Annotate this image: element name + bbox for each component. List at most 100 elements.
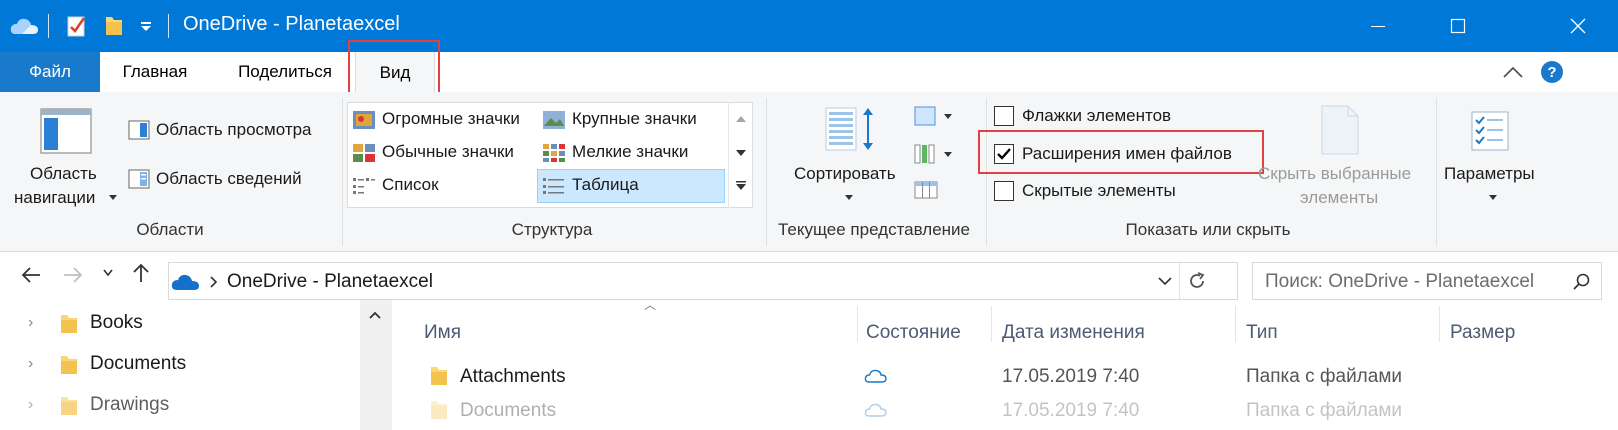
large-icons-icon (543, 111, 565, 129)
sort-by-label: Сортировать (794, 164, 896, 183)
tab-file[interactable]: Файл (0, 52, 100, 92)
column-header-type[interactable]: Тип (1246, 322, 1278, 344)
nav-item-label: Documents (90, 353, 187, 374)
refresh-icon[interactable] (1187, 271, 1207, 291)
medium-icons-icon (353, 144, 375, 162)
forward-icon[interactable] (62, 266, 84, 284)
file-name: Attachments (460, 366, 566, 387)
extra-large-icons-icon (353, 111, 375, 129)
item-checkboxes-checkbox[interactable] (994, 106, 1014, 126)
search-input[interactable]: Поиск: OneDrive - Planetaexcel (1265, 271, 1534, 293)
file-extensions-checkbox[interactable] (994, 144, 1014, 164)
address-dropdown-icon[interactable] (1157, 275, 1173, 287)
folder-icon (61, 315, 77, 333)
new-folder-icon[interactable] (104, 15, 124, 37)
details-view-icon (543, 178, 564, 194)
file-type: Папка с файлами (1246, 400, 1403, 421)
title-bar: OneDrive - Planetaexcel (0, 0, 1618, 52)
column-separator[interactable] (1439, 306, 1440, 342)
layout-item-label: Таблица (572, 175, 639, 194)
group-by-icon[interactable] (914, 106, 956, 128)
maximize-button[interactable] (1418, 0, 1498, 52)
column-separator[interactable] (1235, 306, 1236, 342)
nav-item-label: Drawings (90, 394, 170, 415)
file-name: Documents (460, 400, 557, 421)
help-icon[interactable]: ? (1540, 60, 1564, 84)
file-date: 17.05.2019 7:40 (1002, 366, 1140, 387)
up-icon[interactable] (132, 262, 150, 284)
gallery-down-icon[interactable] (735, 148, 747, 158)
preview-pane-icon (128, 120, 150, 140)
column-separator[interactable] (991, 306, 992, 342)
nav-pane-label-2: навигации (14, 188, 96, 207)
size-columns-icon[interactable] (914, 176, 938, 200)
options-icon (1471, 111, 1509, 151)
ribbon-tabs: Файл Главная Поделиться Вид ? (0, 52, 1618, 93)
layout-gallery-scroll (728, 102, 752, 208)
layout-item-label: Крупные значки (572, 109, 697, 128)
group-label-panes: Области (136, 220, 204, 239)
recent-locations-icon[interactable] (102, 268, 114, 278)
onedrive-app-icon (10, 18, 38, 34)
hide-selected-label-2: элементы (1300, 188, 1379, 207)
folder-icon (431, 367, 447, 385)
layout-details-selected[interactable]: Таблица (537, 169, 725, 203)
back-icon[interactable] (20, 266, 42, 284)
cloud-icon (864, 403, 887, 417)
item-checkboxes-label: Флажки элементов (1022, 106, 1172, 125)
address-path[interactable]: OneDrive - Planetaexcel (227, 271, 433, 293)
window-title: OneDrive - Planetaexcel (183, 13, 400, 35)
expand-chevron-icon[interactable]: › (28, 314, 33, 332)
search-box[interactable]: Поиск: OneDrive - Planetaexcel (1252, 262, 1602, 300)
file-extensions-label: Расширения имен файлов (1022, 144, 1232, 163)
column-header-status[interactable]: Состояние (866, 322, 961, 344)
group-separator (766, 98, 767, 246)
properties-icon[interactable] (66, 14, 88, 38)
group-separator (342, 98, 343, 246)
onedrive-cloud-icon (171, 274, 199, 290)
tab-share[interactable]: Поделиться (222, 52, 348, 92)
hide-selected-icon (1321, 105, 1359, 155)
hidden-items-checkbox[interactable] (994, 181, 1014, 201)
file-type: Папка с файлами (1246, 366, 1403, 387)
hidden-items-label: Скрытые элементы (1022, 181, 1176, 200)
tab-home[interactable]: Главная (105, 52, 205, 92)
expand-chevron-icon[interactable]: › (28, 355, 33, 373)
group-separator (1436, 98, 1437, 246)
expand-chevron-icon[interactable]: › (28, 396, 33, 414)
title-separator (48, 14, 49, 38)
column-separator[interactable] (857, 306, 858, 342)
group-separator (986, 98, 987, 246)
minimize-icon (1371, 26, 1385, 27)
scroll-up-icon[interactable] (368, 310, 382, 320)
layout-item-label: Обычные значки (382, 142, 514, 161)
svg-text:?: ? (1547, 64, 1556, 81)
close-button[interactable] (1538, 0, 1618, 52)
tab-view[interactable]: Вид (355, 52, 435, 93)
minimize-button[interactable] (1338, 0, 1418, 52)
dropdown-arrow-icon (1489, 195, 1497, 200)
search-icon[interactable] (1573, 273, 1591, 291)
folder-icon (431, 401, 447, 419)
column-header-date[interactable]: Дата изменения (1002, 322, 1145, 344)
sort-ascending-icon: ︿ (644, 298, 657, 312)
hide-selected-label-1: Скрыть выбранные (1258, 164, 1412, 183)
gallery-up-icon[interactable] (735, 114, 747, 124)
layout-item-label: Огромные значки (382, 109, 520, 128)
address-bar[interactable]: OneDrive - Planetaexcel (168, 262, 1238, 300)
gallery-more-icon[interactable] (735, 180, 747, 192)
breadcrumb-chevron-icon[interactable] (209, 275, 219, 289)
layout-item-label: Список (382, 175, 439, 194)
nav-item-label: Books (90, 312, 143, 333)
folder-icon (61, 397, 77, 415)
add-columns-icon[interactable] (914, 142, 956, 166)
customize-quick-access-icon[interactable] (140, 22, 152, 32)
close-icon (1570, 18, 1586, 34)
column-header-size[interactable]: Размер (1450, 322, 1515, 344)
details-pane-label: Область сведений (156, 169, 302, 188)
dropdown-arrow-icon (109, 195, 117, 200)
column-header-name[interactable]: Имя (424, 322, 461, 344)
collapse-ribbon-icon[interactable] (1502, 64, 1524, 80)
cloud-icon (864, 369, 887, 383)
group-label-show-hide: Показать или скрыть (1125, 220, 1291, 239)
